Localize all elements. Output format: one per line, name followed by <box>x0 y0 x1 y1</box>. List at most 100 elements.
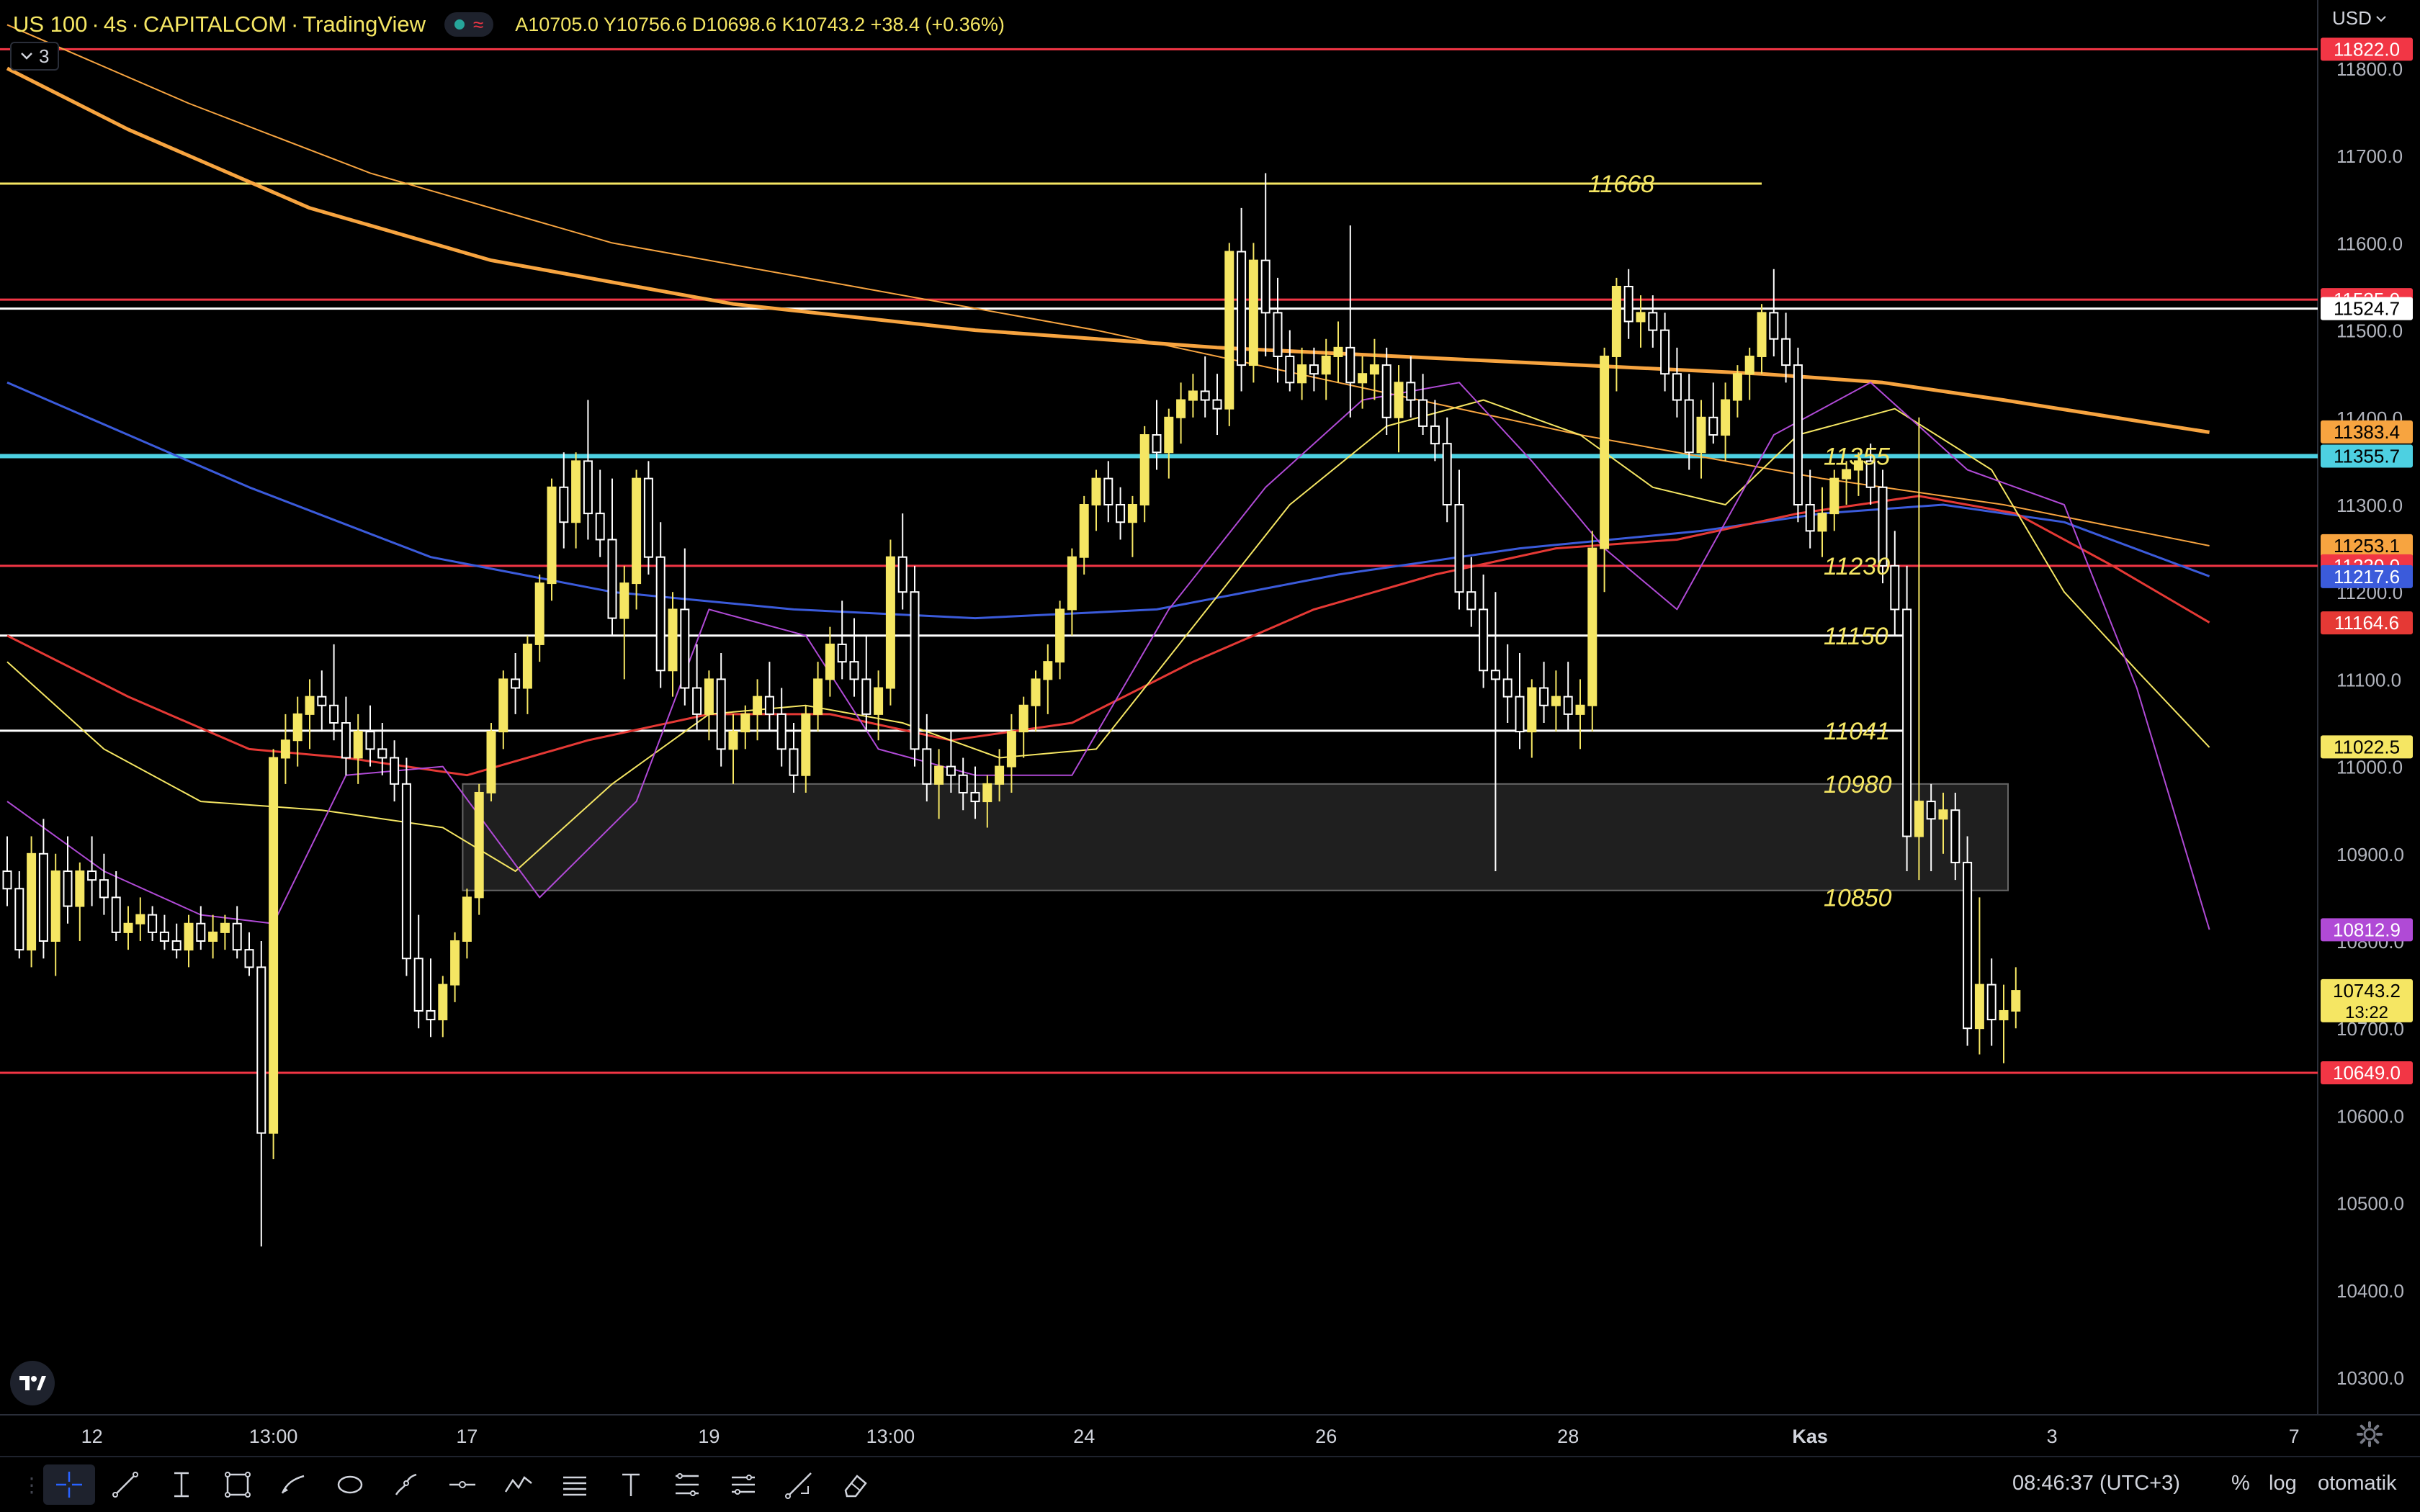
rectangle-tool-button[interactable] <box>212 1464 264 1505</box>
candle-body <box>2 870 12 890</box>
grip-handle[interactable]: ⋮ <box>22 1464 42 1505</box>
candle-body <box>1454 504 1464 593</box>
candle <box>486 723 496 802</box>
horizontal-ray-tool-button[interactable] <box>436 1464 488 1505</box>
candle-body <box>123 922 133 933</box>
candle-body <box>1502 678 1512 698</box>
clock-readout[interactable]: 08:46:37 (UTC+3) <box>2012 1472 2180 1495</box>
x-tick-label: 28 <box>1557 1426 1579 1447</box>
candle-body <box>680 608 690 689</box>
brush-tool-button[interactable] <box>268 1464 320 1505</box>
price-tag-label: 11383.4 <box>2334 421 2400 443</box>
price-tag-label: 11524.7 <box>2334 298 2400 320</box>
trendline-tool-button[interactable] <box>99 1464 151 1505</box>
tradingview-logo[interactable] <box>10 1361 55 1405</box>
candle-body <box>1031 678 1041 706</box>
text-icon <box>622 1473 640 1496</box>
candle-body <box>329 704 339 724</box>
candle-body <box>522 643 532 689</box>
candle <box>547 478 557 601</box>
price-tag-label: 11355.7 <box>2334 445 2400 467</box>
fib-tool-button[interactable] <box>661 1464 713 1505</box>
y-tick-label: 10500.0 <box>2336 1193 2404 1215</box>
candle-body <box>643 477 653 558</box>
candle-body <box>305 696 315 715</box>
bottom-toolbar: ⋮ 08:46:37 (UTC+3) % log otomatik <box>0 1456 2420 1512</box>
x-tick-label: 19 <box>698 1426 720 1447</box>
path-tool-button[interactable] <box>380 1464 432 1505</box>
candle-body <box>377 748 387 759</box>
candle-body <box>1648 312 1658 331</box>
candle-body <box>934 765 944 785</box>
crosshair-tool-button[interactable] <box>43 1464 95 1505</box>
candle-body <box>14 888 24 951</box>
candle-body <box>341 722 351 759</box>
indicator-count: 3 <box>39 45 50 67</box>
y-tick-label: 10600.0 <box>2336 1105 2404 1127</box>
market-status[interactable]: ≈ <box>444 12 494 37</box>
candle-body <box>292 713 302 742</box>
candle-body <box>655 556 666 672</box>
price-chart[interactable]: 11668 11355 11230 11150 11041 10980 10850 11800… <box>0 0 2420 1512</box>
price-tag-label: 11164.6 <box>2334 612 2399 634</box>
interval-label[interactable]: 4s <box>104 12 127 37</box>
candle-body <box>1139 434 1150 505</box>
candle-body <box>99 879 109 899</box>
candle <box>269 749 279 1159</box>
auto-scale-button[interactable]: otomatik <box>2318 1472 2397 1495</box>
candle-body <box>365 731 375 750</box>
gear-icon[interactable] <box>2355 1420 2384 1449</box>
candle-body <box>1914 801 1924 837</box>
candle-body <box>220 922 230 933</box>
currency-label: USD <box>2332 7 2372 29</box>
candle-body <box>1466 591 1476 611</box>
candle-body <box>1999 1009 2009 1021</box>
percent-scale-button[interactable]: % <box>2231 1472 2250 1495</box>
candle-body <box>995 765 1005 785</box>
horizontal-ray-icon <box>449 1481 475 1488</box>
price-tag-label: 10649.0 <box>2333 1062 2401 1084</box>
indicators-toggle-button[interactable]: 3 <box>10 42 60 71</box>
candle-body <box>1345 346 1355 384</box>
candle-body <box>776 713 786 750</box>
candle-body <box>728 731 738 750</box>
candle-body <box>159 931 169 942</box>
x-tick-label: Kas <box>1792 1426 1828 1447</box>
candle-body <box>1321 355 1331 375</box>
ruler-icon <box>785 1472 812 1499</box>
eraser-tool-button[interactable] <box>830 1464 882 1505</box>
candle-body <box>1963 861 1973 1030</box>
ruler-tool-button[interactable] <box>774 1464 825 1505</box>
candle-body <box>1623 286 1634 323</box>
candle-body <box>1079 504 1089 558</box>
text-tool-button[interactable] <box>605 1464 657 1505</box>
candle-body <box>534 582 544 645</box>
log-scale-button[interactable]: log <box>2269 1472 2297 1495</box>
candle-body <box>1527 687 1537 733</box>
chart-background <box>0 0 2420 1512</box>
y-tick-label: 11500.0 <box>2336 320 2403 342</box>
candle-body <box>837 643 847 663</box>
chevron-down-icon <box>2376 15 2386 22</box>
x-tick-label: 13:00 <box>866 1426 915 1447</box>
candle-body <box>1067 556 1077 611</box>
polyline-tool-button[interactable] <box>493 1464 544 1505</box>
candle-body <box>1188 390 1198 401</box>
vertical-text-tool-button[interactable] <box>156 1464 207 1505</box>
candle-body <box>885 556 895 689</box>
level-label: 11150 <box>1824 623 1888 650</box>
currency-selector[interactable]: USD <box>2332 7 2386 30</box>
candle-body <box>1381 364 1392 418</box>
price-tag-label: 10743.2 <box>2333 980 2401 1002</box>
candle-body <box>1333 346 1343 357</box>
y-tick-label: 11800.0 <box>2336 58 2403 80</box>
support-zone <box>462 783 2009 891</box>
candle-body <box>1757 312 1767 357</box>
candle <box>474 783 484 915</box>
candle <box>401 757 411 976</box>
fib-channel-tool-button[interactable] <box>717 1464 769 1505</box>
ellipse-tool-button[interactable] <box>324 1464 376 1505</box>
symbol-label[interactable]: US 100 <box>13 12 87 37</box>
parallel-lines-tool-button[interactable] <box>549 1464 601 1505</box>
y-tick-label: 11600.0 <box>2336 233 2403 254</box>
